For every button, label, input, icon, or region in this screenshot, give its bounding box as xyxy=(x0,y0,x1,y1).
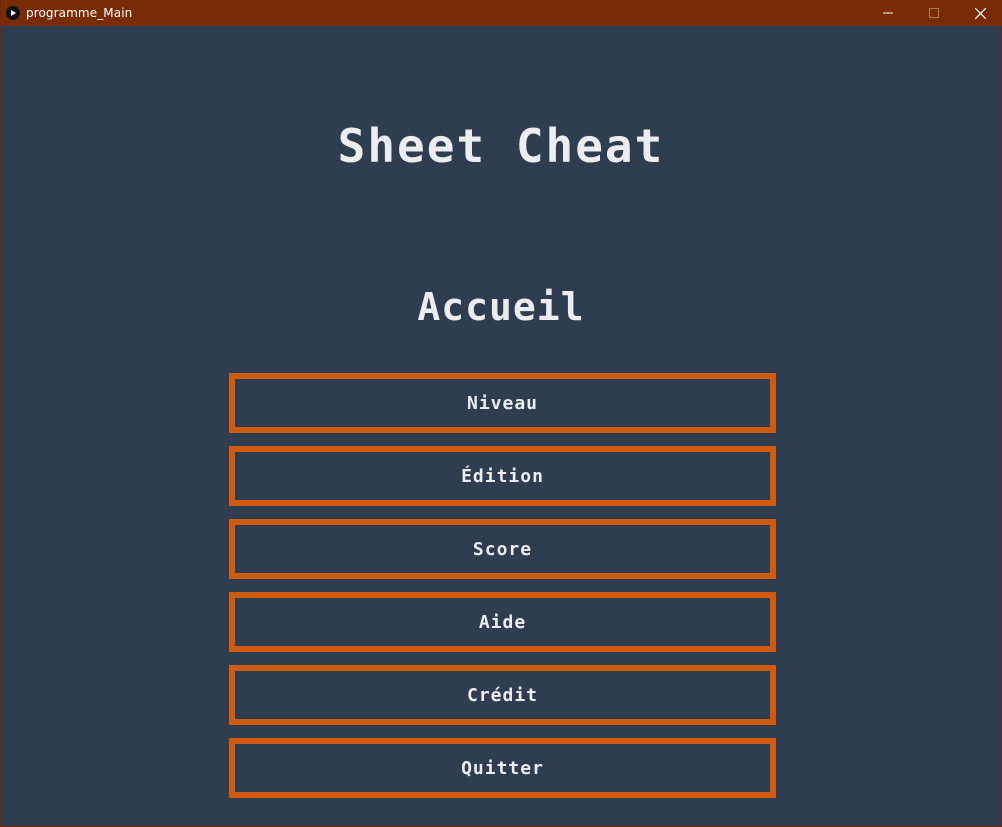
credit-button[interactable]: Crédit xyxy=(229,665,776,725)
main-menu: Niveau Édition Score Aide Crédit Quitter xyxy=(229,373,776,811)
game-title: Sheet Cheat xyxy=(337,119,665,173)
minimize-icon xyxy=(883,12,893,14)
page-title: Accueil xyxy=(417,285,585,329)
maximize-icon xyxy=(929,8,939,18)
niveau-button[interactable]: Niveau xyxy=(229,373,776,433)
close-icon xyxy=(974,7,986,19)
window-controls xyxy=(865,0,1002,26)
edition-button[interactable]: Édition xyxy=(229,446,776,506)
window-titlebar[interactable]: programme_Main xyxy=(1,0,1002,26)
main-canvas: Sheet Cheat Accueil Niveau Édition Score… xyxy=(1,26,1001,826)
score-button[interactable]: Score xyxy=(229,519,776,579)
aide-button[interactable]: Aide xyxy=(229,592,776,652)
quitter-button[interactable]: Quitter xyxy=(229,738,776,798)
app-window: programme_Main Sheet Cheat Accueil Nivea… xyxy=(0,0,1002,827)
minimize-button[interactable] xyxy=(865,0,911,26)
close-button[interactable] xyxy=(957,0,1002,26)
window-title: programme_Main xyxy=(26,6,133,20)
maximize-button[interactable] xyxy=(911,0,957,26)
app-play-icon xyxy=(6,6,20,20)
